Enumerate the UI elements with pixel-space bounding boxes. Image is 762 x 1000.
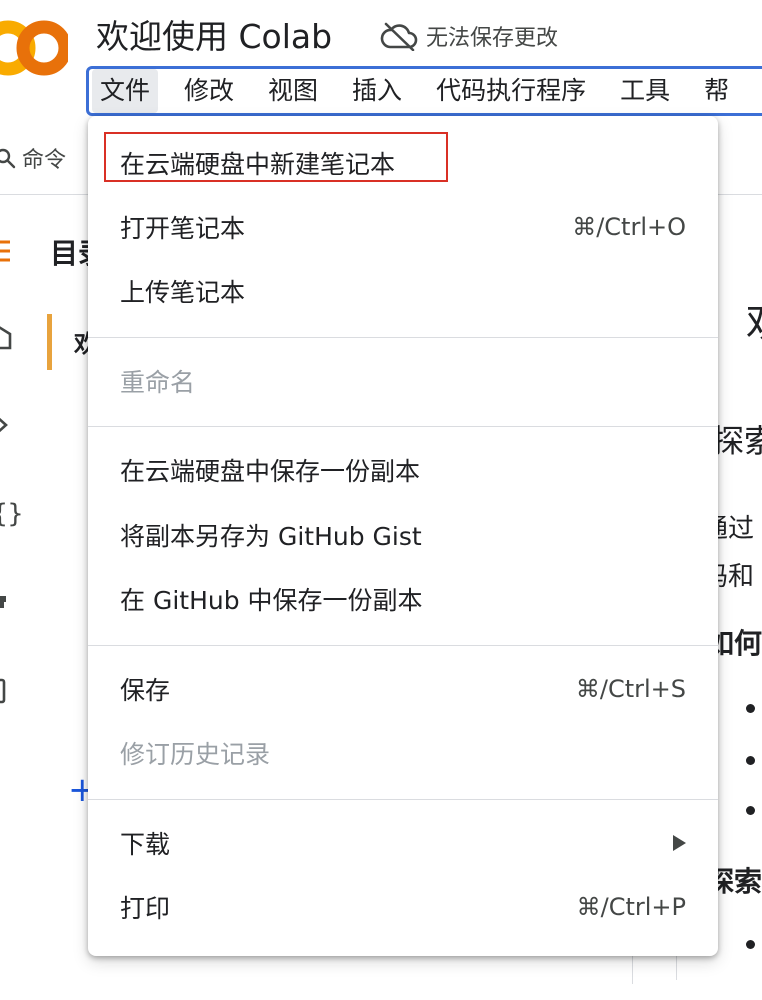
menu-item-label: 将副本另存为 GitHub Gist bbox=[120, 522, 422, 551]
menu-item-label: 修订历史记录 bbox=[120, 740, 271, 769]
menu-item-open-notebook[interactable]: 打开笔记本 ⌘/Ctrl+O bbox=[88, 199, 718, 255]
menu-item-label: 上传笔记本 bbox=[120, 278, 246, 307]
menu-separator bbox=[88, 645, 718, 646]
menu-item-save[interactable]: 保存 ⌘/Ctrl+S bbox=[88, 661, 718, 717]
notebook-section-heading: 探索 bbox=[712, 422, 762, 460]
menu-item-revision-history: 修订历史记录 bbox=[88, 725, 718, 781]
files-icon[interactable] bbox=[0, 676, 22, 706]
menu-separator bbox=[88, 426, 718, 427]
menu-file[interactable]: 文件 bbox=[92, 69, 159, 113]
file-menu-dropdown: 在云端硬盘中新建笔记本 打开笔记本 ⌘/Ctrl+O 上传笔记本 重命名 在云端… bbox=[88, 116, 718, 956]
menu-view[interactable]: 视图 bbox=[260, 69, 326, 113]
menu-insert[interactable]: 插入 bbox=[344, 69, 410, 113]
menu-item-label: 在 GitHub 中保存一份副本 bbox=[120, 586, 423, 615]
bullet bbox=[746, 704, 755, 713]
menu-item-shortcut: ⌘/Ctrl+P bbox=[576, 893, 686, 921]
bullet bbox=[746, 806, 755, 815]
command-palette-button[interactable]: 命令 bbox=[0, 136, 66, 180]
menu-item-label: 在云端硬盘中保存一份副本 bbox=[120, 457, 421, 486]
menu-runtime[interactable]: 代码执行程序 bbox=[428, 69, 594, 113]
toc-active-marker bbox=[47, 314, 52, 370]
menu-item-shortcut: ⌘/Ctrl+O bbox=[572, 213, 686, 241]
menu-tools[interactable]: 工具 bbox=[612, 69, 678, 113]
menu-item-label: 打开笔记本 bbox=[120, 214, 246, 243]
menu-separator bbox=[88, 337, 718, 338]
bullet bbox=[746, 756, 755, 765]
menu-item-download[interactable]: 下载 bbox=[88, 815, 718, 871]
colab-logo bbox=[0, 20, 68, 76]
menu-item-label: 下载 bbox=[120, 830, 171, 859]
submenu-arrow-icon bbox=[673, 835, 686, 851]
document-title[interactable]: 欢迎使用 Colab bbox=[96, 12, 332, 62]
variables-icon[interactable]: {} bbox=[0, 498, 22, 528]
bullet bbox=[746, 940, 755, 949]
menu-item-save-copy-in-github[interactable]: 在 GitHub 中保存一份副本 bbox=[88, 571, 718, 627]
menu-item-save-copy-in-drive[interactable]: 在云端硬盘中保存一份副本 bbox=[88, 442, 718, 498]
notebook-heading: 欢 bbox=[746, 290, 762, 348]
menu-item-save-copy-as-gist[interactable]: 将副本另存为 GitHub Gist bbox=[88, 507, 718, 563]
command-label: 命令 bbox=[22, 148, 67, 173]
menu-help[interactable]: 帮 bbox=[696, 69, 737, 113]
save-status[interactable]: 无法保存更改 bbox=[380, 18, 558, 54]
menu-item-print[interactable]: 打印 ⌘/Ctrl+P bbox=[88, 879, 718, 935]
terminal-icon[interactable] bbox=[0, 588, 22, 618]
code-chevron-icon[interactable] bbox=[0, 410, 22, 440]
menu-item-rename: 重命名 bbox=[88, 353, 718, 409]
search-icon bbox=[0, 148, 16, 169]
toc-icon[interactable] bbox=[0, 236, 22, 266]
menu-item-label: 重命名 bbox=[120, 368, 196, 397]
save-status-label: 无法保存更改 bbox=[426, 26, 559, 51]
menu-edit[interactable]: 修改 bbox=[176, 69, 242, 113]
menu-item-shortcut: ⌘/Ctrl+S bbox=[575, 675, 686, 703]
menu-item-upload-notebook[interactable]: 上传笔记本 bbox=[88, 263, 718, 319]
menu-item-new-notebook-in-drive[interactable]: 在云端硬盘中新建笔记本 bbox=[88, 135, 718, 191]
menu-separator bbox=[88, 799, 718, 800]
menu-item-label: 在云端硬盘中新建笔记本 bbox=[120, 150, 396, 179]
menubar: 文件 修改 视图 插入 代码执行程序 工具 帮 bbox=[86, 66, 762, 116]
svg-text:{}: {} bbox=[0, 499, 22, 528]
cloud-off-icon bbox=[380, 22, 418, 51]
menu-item-label: 保存 bbox=[120, 676, 171, 705]
menu-item-label: 打印 bbox=[120, 894, 171, 923]
key-icon[interactable] bbox=[0, 320, 22, 350]
